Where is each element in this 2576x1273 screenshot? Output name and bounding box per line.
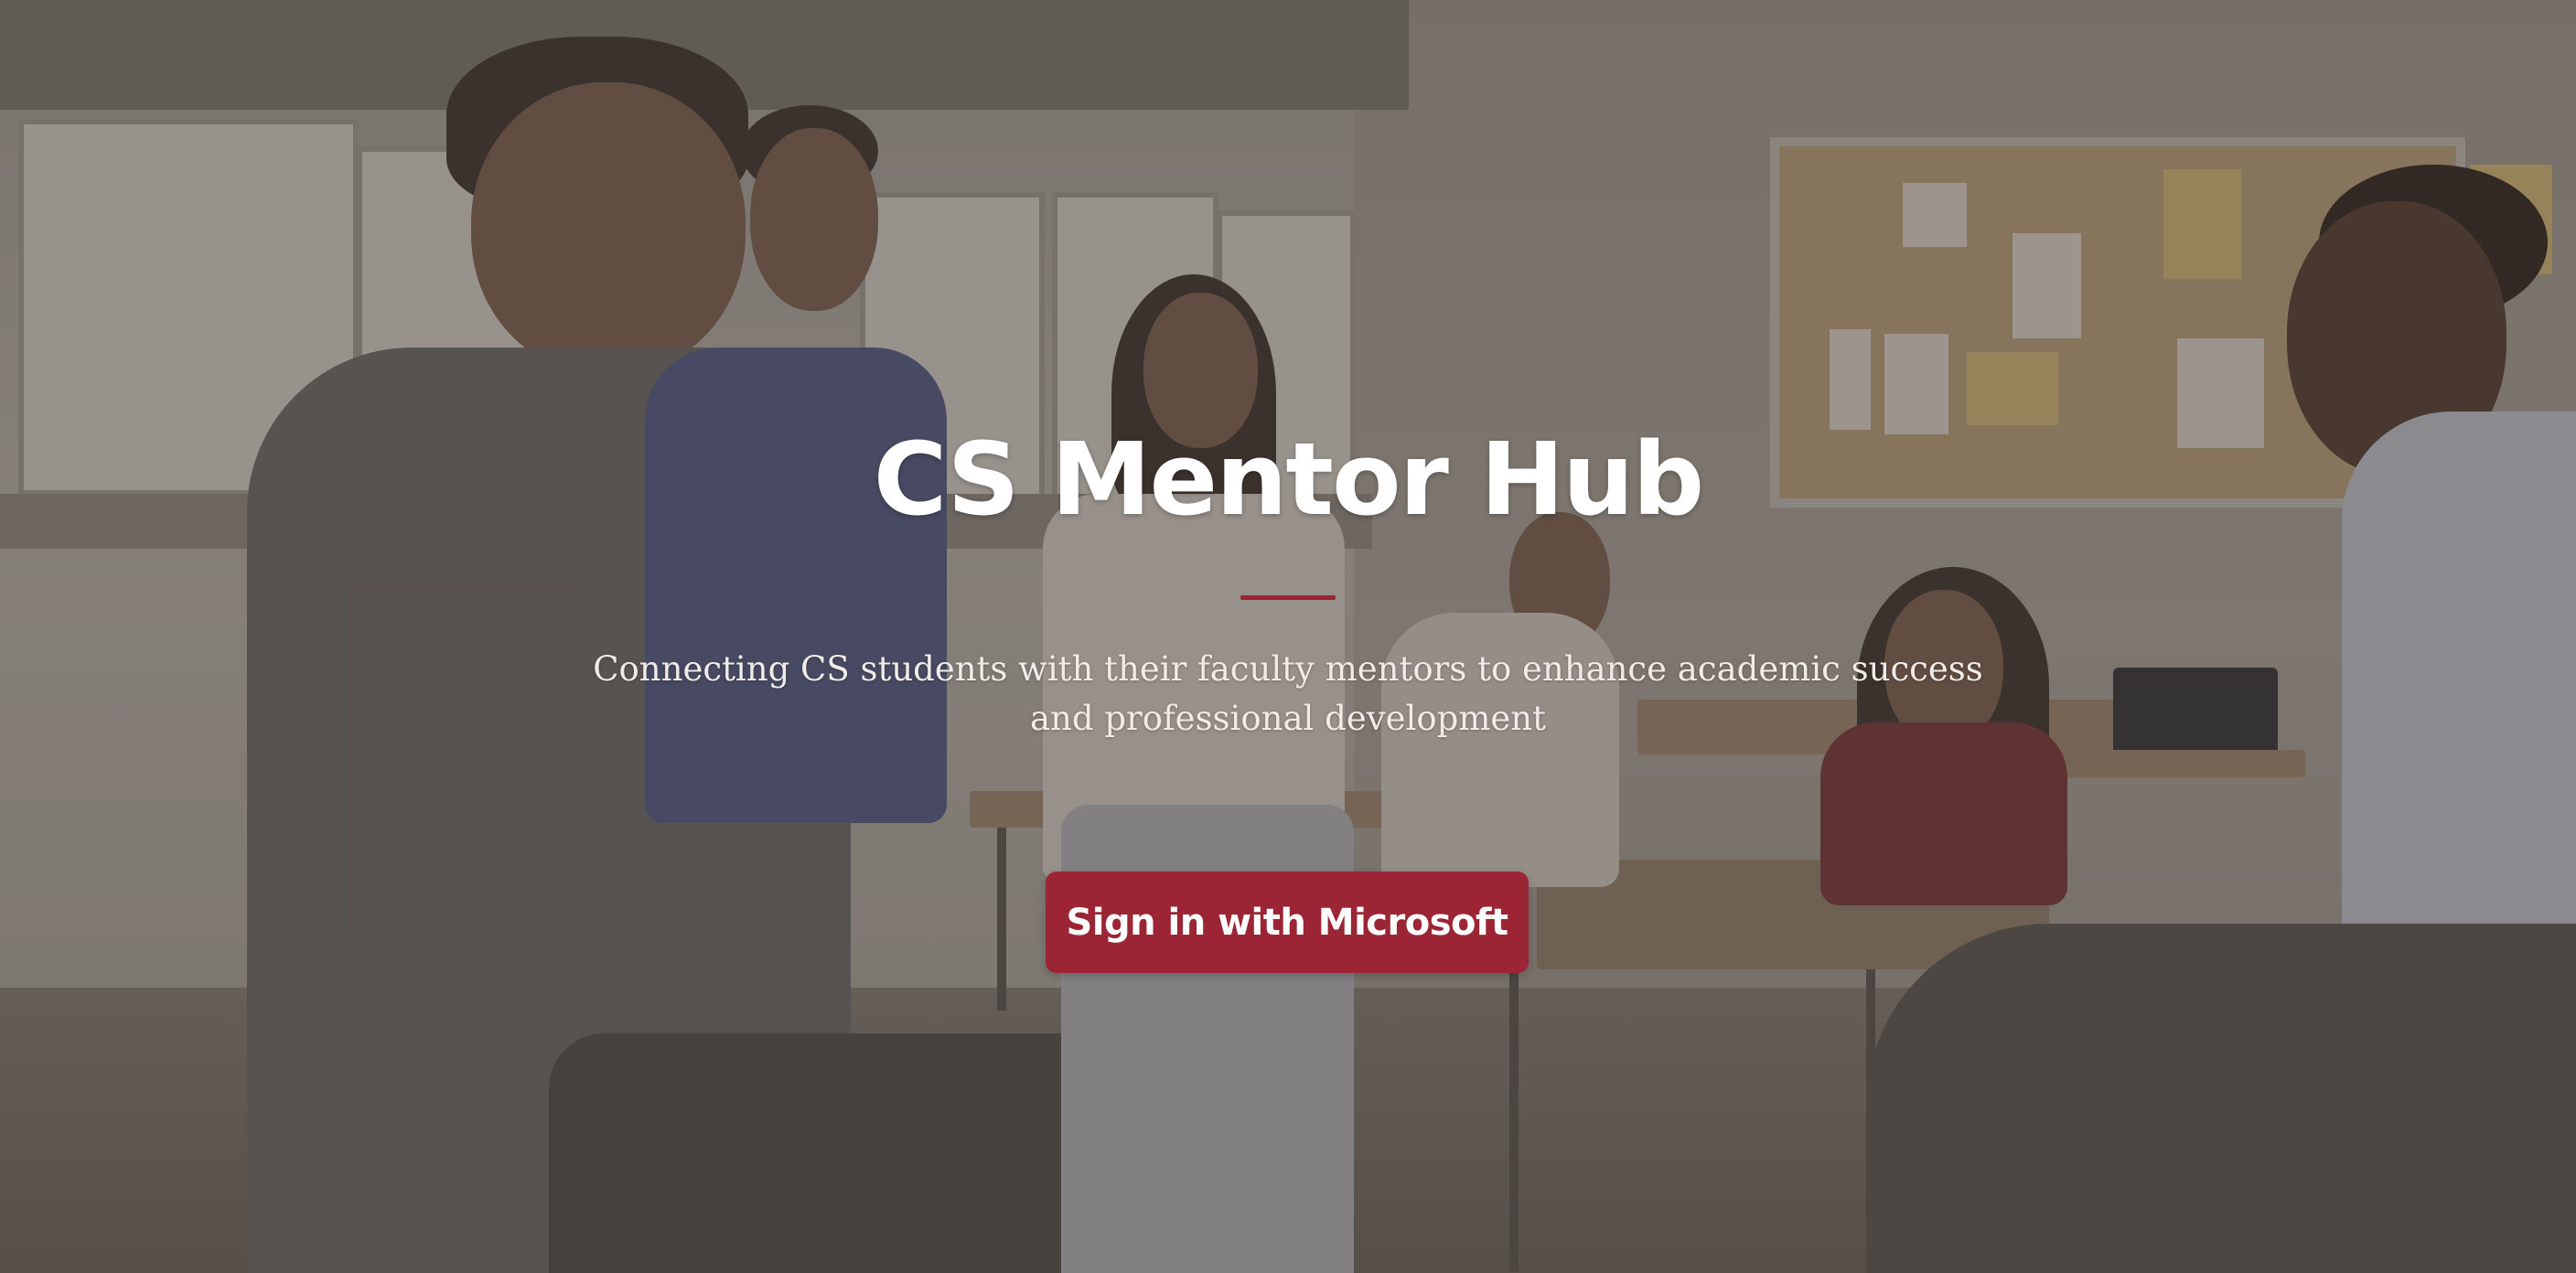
sign-in-with-microsoft-button[interactable]: Sign in with Microsoft: [1046, 872, 1529, 973]
login-page: CS Mentor Hub Connecting CS students wit…: [0, 0, 2576, 1273]
page-title: CS Mentor Hub: [873, 421, 1704, 538]
hero-section: CS Mentor Hub Connecting CS students wit…: [0, 0, 2576, 1273]
title-divider: [1240, 595, 1336, 600]
hero-subtitle: Connecting CS students with their facult…: [593, 649, 1983, 738]
